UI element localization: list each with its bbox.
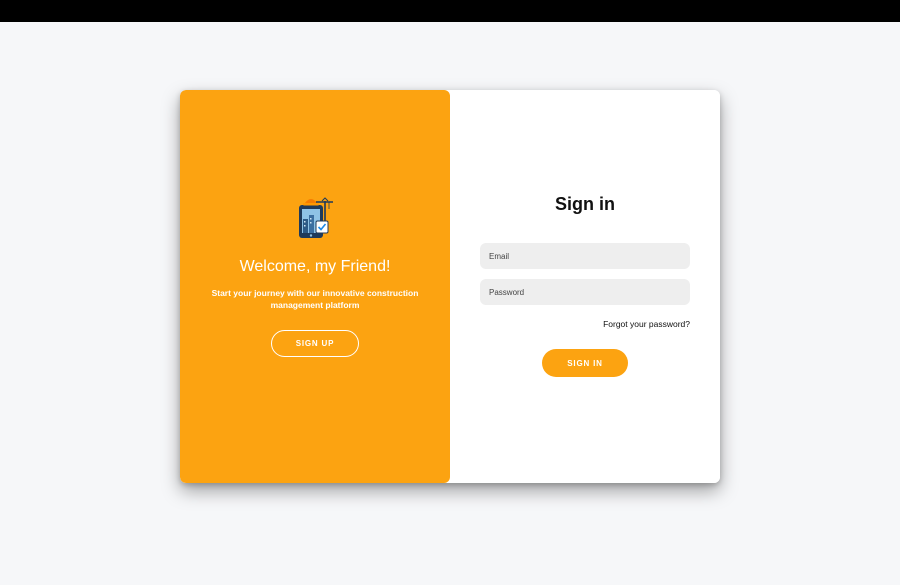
top-bar [0,0,900,22]
welcome-title: Welcome, my Friend! [239,258,391,275]
welcome-panel: Welcome, my Friend! Start your journey w… [180,90,450,483]
construction-tablet-icon [296,195,334,241]
email-input[interactable] [480,243,690,269]
sign-up-button[interactable]: SIGN UP [271,330,359,357]
auth-card: Welcome, my Friend! Start your journey w… [180,90,720,483]
sign-in-button[interactable]: SIGN IN [542,349,628,377]
forgot-password-link[interactable]: Forgot your password? [603,319,690,329]
welcome-tagline: Start your journey with our innovative c… [211,288,419,310]
sign-in-title: Sign in [555,194,615,214]
password-input[interactable] [480,279,690,305]
sign-in-panel: Sign in Forgot your password? SIGN IN [450,90,720,483]
